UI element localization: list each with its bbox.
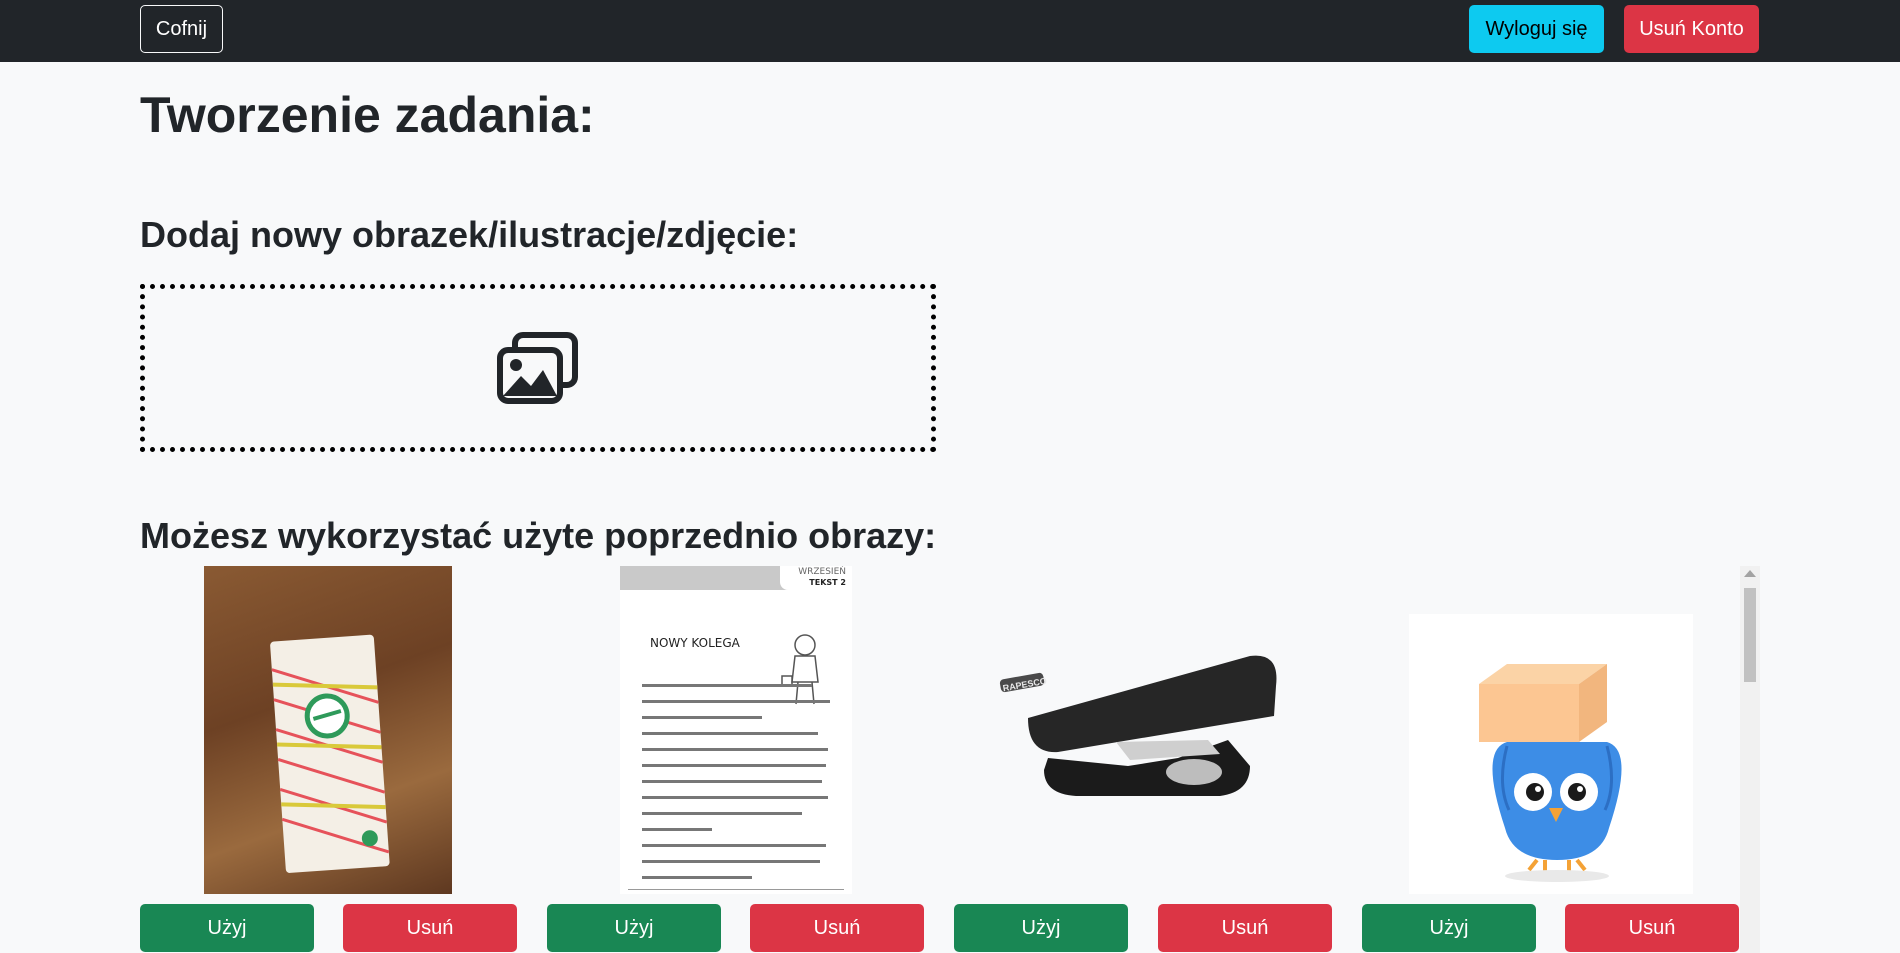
previous-images-gallery: WRZESIEŃ TEKST 2 NOWY KOLEGA RAPESCO Uży… [140,566,1760,953]
worksheet-title: NOWY KOLEGA [650,636,740,650]
worksheet-month: WRZESIEŃ [798,567,846,577]
scrollbar-thumb[interactable] [1744,588,1756,682]
worksheet-header-bar: WRZESIEŃ TEKST 2 [620,566,852,590]
delete-account-button[interactable]: Usuń Konto [1624,5,1759,53]
images-icon [497,332,578,404]
logout-button[interactable]: Wyloguj się [1469,5,1604,53]
use-image-1-button[interactable]: Użyj [140,904,314,952]
add-image-heading: Dodaj nowy obrazek/ilustracje/zdjęcie: [140,214,799,255]
delete-image-3-button[interactable]: Usuń [1158,904,1332,952]
delete-image-1-button[interactable]: Usuń [343,904,517,952]
worksheet-image[interactable]: WRZESIEŃ TEKST 2 NOWY KOLEGA [620,566,852,894]
scroll-up-arrow-icon[interactable] [1744,570,1756,577]
page-title: Tworzenie zadania: [140,87,595,143]
use-image-4-button[interactable]: Użyj [1362,904,1536,952]
delete-image-2-button[interactable]: Usuń [750,904,924,952]
gallery-scrollbar[interactable] [1740,566,1760,953]
owl-box-image[interactable] [1409,614,1693,894]
worksheet-text-number: TEKST 2 [809,578,846,587]
delete-image-4-button[interactable]: Usuń [1565,904,1739,952]
use-image-3-button[interactable]: Użyj [954,904,1128,952]
image-upload-dropzone[interactable] [140,284,936,452]
worksheet-header-tab: WRZESIEŃ TEKST 2 [780,566,852,590]
worksheet-footer-line [628,889,844,890]
previous-images-heading: Możesz wykorzystać użyte poprzednio obra… [140,515,937,556]
back-button[interactable]: Cofnij [140,5,223,53]
stapler-image[interactable]: RAPESCO [988,646,1284,806]
navbar: Cofnij Wyloguj się Usuń Konto [0,0,1900,62]
use-image-2-button[interactable]: Użyj [547,904,721,952]
worksheet-text-lines [642,684,832,892]
tissue-pack-image[interactable] [204,566,452,894]
